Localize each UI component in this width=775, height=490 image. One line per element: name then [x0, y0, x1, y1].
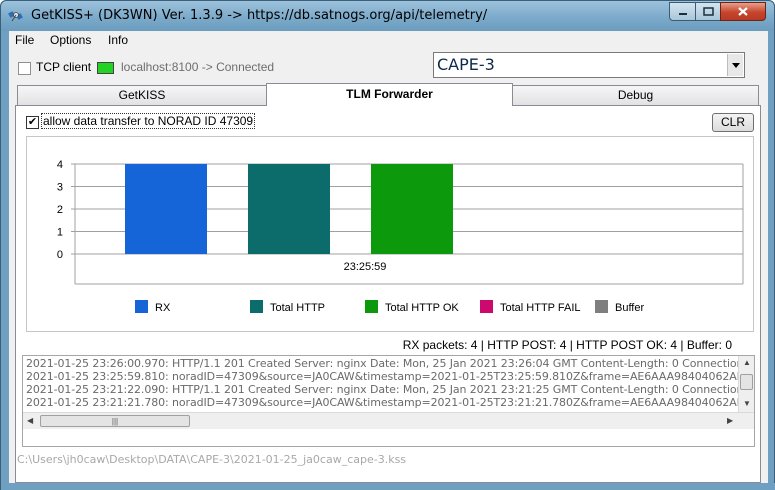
tcp-client-label: TCP client: [36, 60, 92, 74]
log-textbox[interactable]: 2021-01-25 23:26:00.970: HTTP/1.1 201 Cr…: [22, 355, 755, 447]
tab-getkiss[interactable]: GetKISS: [17, 85, 267, 105]
legend-label: Total HTTP FAIL: [500, 302, 581, 314]
scroll-left-icon[interactable]: ◀: [27, 416, 33, 425]
legend-swatch: [250, 300, 263, 313]
chevron-down-icon: [731, 62, 740, 68]
legend-swatch: [480, 300, 493, 313]
menu-info[interactable]: Info: [108, 33, 128, 47]
y-tick-label: 3: [57, 182, 63, 194]
legend-swatch: [595, 300, 608, 313]
tab-debug[interactable]: Debug: [512, 85, 759, 105]
log-vertical-scroll-thumb[interactable]: [740, 374, 753, 390]
satellite-select[interactable]: CAPE-3: [433, 52, 745, 78]
scroll-right-icon[interactable]: ▶: [727, 416, 733, 425]
status-file-path: C:\Users\jh0caw\Desktop\DATA\CAPE-3\2021…: [17, 453, 407, 466]
close-button[interactable]: [720, 2, 766, 21]
allow-transfer-label[interactable]: allow data transfer to NORAD ID 47309: [40, 113, 256, 129]
scroll-down-icon[interactable]: ▼: [743, 399, 751, 408]
bar-rx: [125, 164, 207, 254]
window-title: GetKISS+ (DK3WN) Ver. 1.3.9 -> https://d…: [31, 8, 488, 23]
bar-chart-svg: 0 1 2 3 4 23:25:59 RX Total HTTP Total HTTP OK To…: [57, 159, 744, 314]
bar-total-http-ok: [371, 164, 453, 254]
connection-status-led: [97, 62, 114, 74]
minimize-button[interactable]: [669, 2, 696, 21]
menu-file[interactable]: File: [15, 33, 34, 47]
app-window: GetKISS+ (DK3WN) Ver. 1.3.9 -> https://d…: [0, 0, 775, 490]
legend-label: RX: [155, 302, 171, 314]
bar-total-http: [248, 164, 330, 254]
legend-swatch: [135, 300, 148, 313]
y-tick-label: 4: [57, 159, 63, 171]
tab-tlm-forwarder[interactable]: TLM Forwarder: [266, 83, 513, 106]
packet-chart: 0 1 2 3 4 23:25:59 RX Total HTTP Total HTTP OK To…: [26, 136, 754, 332]
y-tick-label: 1: [57, 227, 63, 239]
satellite-app-icon: [8, 11, 23, 22]
log-line: 2021-01-25 23:21:21.780: noradID=47309&s…: [26, 396, 755, 409]
maximize-button[interactable]: [695, 2, 721, 21]
y-tick-label: 0: [57, 249, 63, 261]
allow-transfer-checkbox[interactable]: ✔: [26, 116, 39, 129]
menu-bar: File Options Info: [9, 31, 768, 51]
legend-label: Total HTTP OK: [385, 302, 459, 314]
connection-status-text: localhost:8100 -> Connected: [121, 60, 275, 74]
maximize-icon: [702, 7, 714, 16]
packet-stats-text: RX packets: 4 | HTTP POST: 4 | HTTP POST…: [402, 338, 732, 352]
dropdown-arrow-button[interactable]: [727, 54, 743, 76]
tcp-client-checkbox[interactable]: [18, 62, 31, 75]
legend-label: Buffer: [615, 302, 644, 314]
satellite-select-value: CAPE-3: [437, 55, 495, 74]
log-line: 2021-01-25 23:25:59.810: noradID=47309&s…: [26, 370, 755, 383]
close-icon: [738, 7, 748, 16]
scroll-up-icon[interactable]: ▲: [743, 358, 751, 367]
log-horizontal-scroll-thumb[interactable]: |||: [40, 415, 190, 427]
log-line: 2021-01-25 23:26:00.970: HTTP/1.1 201 Cr…: [26, 357, 755, 370]
x-tick-label: 23:25:59: [344, 261, 387, 273]
legend-swatch: [365, 300, 378, 313]
y-tick-label: 2: [57, 204, 63, 216]
menu-options[interactable]: Options: [50, 33, 91, 47]
legend-label: Total HTTP: [270, 302, 325, 314]
log-horizontal-scrollbar[interactable]: ◀ ||| ▶: [23, 412, 754, 429]
clear-button[interactable]: CLR: [712, 113, 754, 132]
minimize-icon: [678, 12, 687, 15]
window-bottom-border: [1, 483, 775, 490]
tlm-forwarder-panel: ✔ allow data transfer to NORAD ID 47309 …: [15, 105, 761, 483]
title-bar[interactable]: GetKISS+ (DK3WN) Ver. 1.3.9 -> https://d…: [1, 1, 774, 31]
log-line: 2021-01-25 23:21:22.090: HTTP/1.1 201 Cr…: [26, 383, 755, 396]
client-area: File Options Info TCP client localhost:8…: [9, 31, 768, 483]
log-vertical-scrollbar[interactable]: ▲ ▼: [738, 356, 754, 412]
